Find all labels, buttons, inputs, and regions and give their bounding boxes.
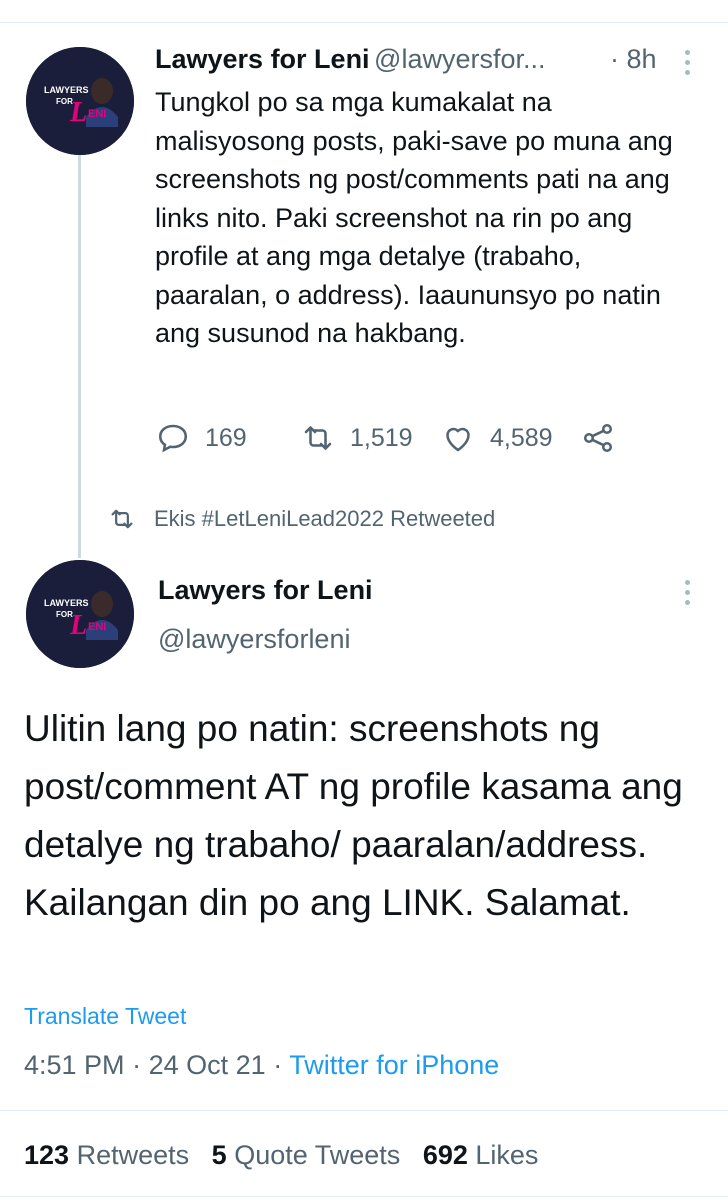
reply-icon <box>158 424 188 453</box>
share-button[interactable] <box>580 420 630 456</box>
tweet-time[interactable]: · 8h <box>610 44 657 75</box>
retweet-button[interactable]: 1,519 <box>300 420 413 456</box>
svg-text:LAWYERS: LAWYERS <box>44 598 89 608</box>
likes-label: Likes <box>475 1140 539 1170</box>
meta-separator: · <box>132 1050 142 1080</box>
tweet1-text: Tungkol po sa mga kumakalat na malisyoso… <box>155 87 673 348</box>
like-button[interactable]: 4,589 <box>440 420 553 456</box>
more-icon[interactable] <box>683 580 693 610</box>
like-count: 4,589 <box>490 423 553 452</box>
quotes-count: 5 <box>211 1140 227 1170</box>
retweet-context-label: Ekis #LetLeniLead2022 Retweeted <box>154 506 496 531</box>
author-handle[interactable]: @lawyersfor... <box>374 44 545 74</box>
avatar[interactable]: LAWYERS FOR L ENI <box>26 560 134 668</box>
retweets-label: Retweets <box>76 1140 190 1170</box>
tweet1-header: Lawyers for Leni @lawyersfor... <box>155 44 545 75</box>
retweets-stat[interactable]: 123 Retweets <box>24 1140 189 1170</box>
thread-connector-line <box>78 132 81 558</box>
lawyers-for-leni-logo: LAWYERS FOR L ENI <box>26 560 134 668</box>
svg-text:L: L <box>69 97 87 128</box>
retweets-count: 123 <box>24 1140 70 1170</box>
retweet-context[interactable]: Ekis #LetLeniLead2022 Retweeted <box>108 505 495 533</box>
meta-separator: · <box>273 1050 283 1080</box>
quotes-label: Quote Tweets <box>234 1140 401 1170</box>
more-icon[interactable] <box>683 50 693 80</box>
author-name[interactable]: Lawyers for Leni <box>158 575 373 606</box>
author-name[interactable]: Lawyers for Leni <box>155 44 370 74</box>
share-icon <box>583 423 613 453</box>
retweet-count: 1,519 <box>350 423 413 452</box>
retweet-icon <box>304 426 332 450</box>
tweet2-text: Ulitin lang po natin: screenshots ng pos… <box>24 708 683 923</box>
quote-tweets-stat[interactable]: 5 Quote Tweets <box>212 1140 401 1170</box>
likes-stat[interactable]: 692 Likes <box>423 1140 539 1170</box>
translate-tweet-link[interactable]: Translate Tweet <box>24 1003 186 1030</box>
divider <box>0 1196 728 1197</box>
avatar[interactable]: LAWYERS FOR L ENI <box>26 47 134 155</box>
tweet-time[interactable]: 4:51 PM <box>24 1050 125 1080</box>
like-icon <box>446 427 470 452</box>
likes-count: 692 <box>422 1140 468 1170</box>
reply-count: 169 <box>205 423 247 452</box>
tweet-stats: 123 Retweets 5 Quote Tweets 692 Likes <box>24 1140 538 1171</box>
tweet-metadata: 4:51 PM · 24 Oct 21 · Twitter for iPhone <box>24 1050 499 1081</box>
svg-text:ENI: ENI <box>88 621 106 633</box>
svg-text:ENI: ENI <box>88 108 106 120</box>
reply-button[interactable]: 169 <box>155 420 247 456</box>
tweet-date[interactable]: 24 Oct 21 <box>149 1050 266 1080</box>
top-divider <box>0 22 728 23</box>
lawyers-for-leni-logo: LAWYERS FOR L ENI <box>26 47 134 155</box>
divider <box>0 1110 728 1111</box>
retweet-icon <box>111 509 133 529</box>
svg-text:LAWYERS: LAWYERS <box>44 85 89 95</box>
author-handle[interactable]: @lawyersforleni <box>158 624 350 655</box>
tweet-source-link[interactable]: Twitter for iPhone <box>289 1050 499 1080</box>
svg-text:L: L <box>69 610 87 641</box>
